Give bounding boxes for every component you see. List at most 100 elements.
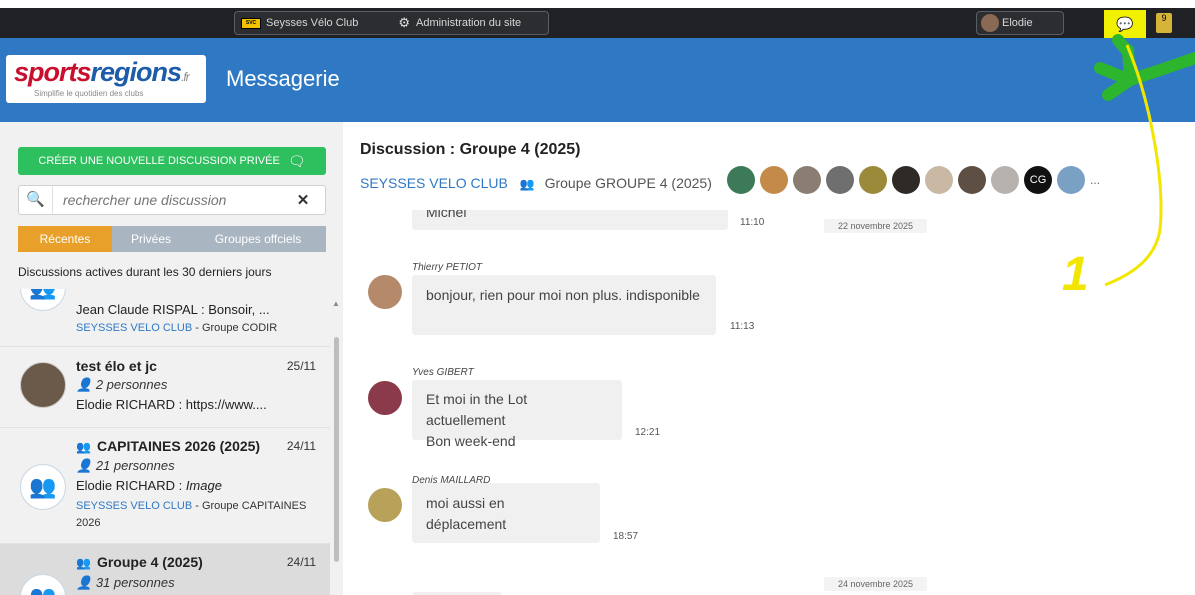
message-time: 11:10 [740, 217, 765, 228]
group-icon: 👥 [20, 574, 66, 595]
tab-privees[interactable]: Privées [112, 226, 190, 252]
discussion-subtitle: SEYSSES VELO CLUB 👥 Groupe GROUPE 4 (202… [360, 175, 712, 191]
avatar[interactable] [925, 166, 953, 194]
conversation-people: 👤 21 personnes [76, 458, 175, 473]
logo-tagline: Simplifie le quotidien des clubs [34, 89, 144, 98]
conversation-club: SEYSSES VELO CLUB - Groupe CAPITAINES [76, 500, 307, 512]
avatar[interactable] [1057, 166, 1085, 194]
scrollbar-thumb[interactable] [334, 337, 339, 562]
avatar [20, 362, 66, 408]
conversation-scrollbar[interactable]: ▲ [332, 297, 341, 595]
message-thread: Michel 11:10 22 novembre 2025 Thierry PE… [343, 210, 1195, 595]
gear-icon: ⚙ [398, 15, 410, 30]
message-time: 18:57 [613, 531, 639, 542]
discussion-club-link[interactable]: SEYSSES VELO CLUB [360, 175, 508, 191]
chat-bubbles-icon: 💬 [1116, 15, 1134, 32]
scroll-up-icon[interactable]: ▲ [332, 299, 340, 308]
avatar-initials[interactable]: CG [1024, 166, 1052, 194]
message-bubble: moi aussi en déplacement [412, 483, 600, 543]
list-item[interactable]: 👥 👥Groupe 4 (2025) 24/11 👤 31 personnes [0, 544, 330, 595]
list-item[interactable]: 👥 Jean Claude RISPAL : Bonsoir, ... SEYS… [0, 289, 330, 347]
message-time: 11:13 [730, 321, 755, 332]
message-bubble: Et moi in the Lot actuellement Bon week-… [412, 380, 622, 449]
discussion-title: Discussion : Groupe 4 (2025) [360, 141, 581, 158]
top-bar: SVC Seysses Vélo Club ⚙ Administration d… [0, 0, 1195, 38]
message-line: Bon week-end [426, 433, 516, 449]
avatar[interactable] [892, 166, 920, 194]
avatar[interactable] [727, 166, 755, 194]
conversation-date: 24/11 [286, 555, 316, 569]
more-members[interactable]: ... [1090, 173, 1100, 187]
avatar[interactable] [368, 275, 402, 309]
message-bubble: bonjour, rien pour moi non plus. indispo… [412, 275, 716, 335]
logo-regions: regions [90, 57, 183, 87]
member-avatars: CG ... [727, 166, 1100, 194]
group-small-icon: 👥 [76, 440, 91, 454]
conversation-date: 24/11 [286, 439, 316, 453]
avatar[interactable] [826, 166, 854, 194]
avatar[interactable] [368, 381, 402, 415]
club-name[interactable]: Seysses Vélo Club [266, 17, 358, 29]
message-author: Yves GIBERT [412, 367, 474, 378]
search-icon: 🔍 [19, 186, 53, 214]
group-icon: 👥 [20, 289, 66, 311]
discussion-search: 🔍 ✕ [18, 185, 326, 215]
conversation-last-message: Elodie RICHARD : https://www.... [76, 397, 267, 412]
message-bubble: Michel [412, 210, 728, 230]
person-icon: 👤 [76, 377, 96, 392]
conversation-club-line2: 2026 [76, 517, 101, 529]
day-separator: 24 novembre 2025 [824, 577, 928, 591]
avatar[interactable] [859, 166, 887, 194]
conversation-last-message: Elodie RICHARD : Image [76, 478, 222, 493]
discussion-tabs: Récentes Privées Groupes offciels [18, 226, 326, 252]
page-header: sportsregions.fr Simplifie le quotidien … [0, 38, 1195, 122]
conversation-title: test élo et jc [76, 358, 157, 374]
day-separator: 22 novembre 2025 [824, 219, 928, 233]
user-name: Elodie [1002, 17, 1033, 29]
club-switcher[interactable]: SVC Seysses Vélo Club ⚙ Administration d… [234, 11, 549, 35]
message-line: Et moi in the Lot actuellement [426, 391, 528, 428]
avatar[interactable] [793, 166, 821, 194]
new-private-discussion-button[interactable]: CRÉER UNE NOUVELLE DISCUSSION PRIVÉE 🗨 [18, 147, 326, 175]
sportsregions-logo[interactable]: sportsregions.fr Simplifie le quotidien … [6, 55, 206, 103]
conversation-date: 25/11 [286, 359, 316, 373]
notification-count: 9 [1161, 13, 1167, 23]
user-avatar [981, 14, 999, 32]
user-menu[interactable]: Elodie [976, 11, 1064, 35]
club-logo-icon: SVC [241, 17, 261, 29]
discussion-group: Groupe GROUPE 4 (2025) [544, 175, 712, 191]
conversation-sidebar: CRÉER UNE NOUVELLE DISCUSSION PRIVÉE 🗨 🔍… [0, 122, 343, 595]
list-item[interactable]: 👥 👥 CAPITAINES 2026 (2025) 24/11 👤 21 per… [0, 428, 330, 544]
message-time: 12:21 [635, 427, 661, 438]
list-item[interactable]: test élo et jc 25/11 👤 2 personnes Elodi… [0, 347, 330, 428]
active-discussions-note: Discussions actives durant les 30 dernie… [18, 265, 272, 279]
conversation-title: 👥 CAPITAINES 2026 (2025) [76, 438, 261, 454]
person-icon: 👤 [76, 458, 96, 473]
new-discussion-label: CRÉER UNE NOUVELLE DISCUSSION PRIVÉE [38, 155, 280, 167]
tab-recentes[interactable]: Récentes [18, 226, 112, 252]
chat-add-icon: 🗨 [287, 152, 306, 169]
message-author: Thierry PETIOT [412, 262, 483, 273]
group-small-icon: 👥 [519, 177, 535, 191]
conversation-title: 👥 Groupe 4 (2025) [76, 554, 203, 570]
conversation-people: 👤 31 personnes [76, 575, 175, 590]
admin-label: Administration du site [415, 17, 522, 29]
logo-sports: sports [14, 57, 92, 87]
notifications-icon[interactable]: 9 [1156, 13, 1172, 33]
group-small-icon: 👥 [76, 556, 91, 570]
conversation-people: 👤 2 personnes [76, 377, 168, 392]
admin-link[interactable]: ⚙ Administration du site [398, 15, 521, 31]
person-icon: 👤 [76, 575, 96, 590]
search-input[interactable] [53, 192, 283, 208]
avatar[interactable] [760, 166, 788, 194]
conversation-last-message: Jean Claude RISPAL : Bonsoir, ... [76, 302, 270, 317]
conversation-club: SEYSSES VELO CLUB - Groupe CODIR [76, 322, 278, 334]
conversation-list: 👥 Jean Claude RISPAL : Bonsoir, ... SEYS… [0, 289, 330, 595]
group-icon: 👥 [20, 464, 66, 510]
avatar[interactable] [958, 166, 986, 194]
avatar[interactable] [368, 488, 402, 522]
avatar[interactable] [991, 166, 1019, 194]
tab-groupes-officiels[interactable]: Groupes offciels [190, 226, 326, 252]
clear-icon[interactable]: ✕ [283, 191, 323, 209]
messaging-button[interactable]: 💬 [1104, 10, 1146, 38]
